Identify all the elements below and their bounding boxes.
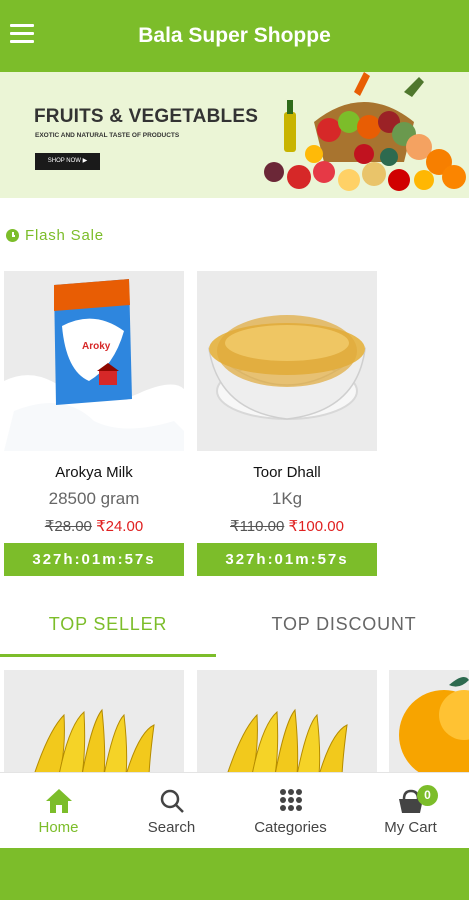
flash-sale-label: Flash Sale xyxy=(25,227,104,244)
app-title: Bala Super Shoppe xyxy=(138,24,331,47)
footer-bar xyxy=(0,848,469,900)
flash-sale-product-card[interactable]: Toor Dhall 1Kg ₹110.00 ₹100.00 327h:01m:… xyxy=(197,271,377,576)
banana-image xyxy=(33,708,155,775)
countdown-timer: 327h:01m:57s xyxy=(197,543,377,576)
product-price: ₹28.00 ₹24.00 xyxy=(4,517,184,535)
old-price: ₹28.00 xyxy=(44,518,92,535)
nav-categories[interactable]: Categories xyxy=(232,773,349,849)
cart-count-badge: 0 xyxy=(417,785,438,806)
product-image-toor-dhall xyxy=(197,271,377,451)
grid-icon xyxy=(279,789,302,811)
svg-text:Aroky: Aroky xyxy=(82,341,111,352)
home-icon xyxy=(45,789,72,813)
tab-top-discount[interactable]: TOP DISCOUNT xyxy=(236,600,452,657)
nav-label: Categories xyxy=(254,819,327,836)
flash-sale-heading: Flash Sale xyxy=(6,227,104,244)
nav-label: Search xyxy=(147,819,196,836)
banner-title: FRUITS & VEGETABLES xyxy=(34,106,259,127)
sale-price: ₹100.00 xyxy=(288,518,344,535)
banner-subtitle: EXOTIC AND NATURAL TASTE OF PRODUCTS xyxy=(35,132,180,139)
flash-sale-product-card[interactable]: Aroky Arokya Milk 28500 gram ₹28.00 ₹24.… xyxy=(4,271,184,576)
shop-now-button[interactable]: SHOP NOW ▶ xyxy=(35,153,100,170)
old-price: ₹110.00 xyxy=(230,518,285,535)
clock-icon xyxy=(6,229,19,242)
product-tabs: TOP SELLER TOP DISCOUNT xyxy=(0,600,469,657)
product-name: Arokya Milk xyxy=(55,464,133,481)
sale-price: ₹24.00 xyxy=(96,518,144,535)
product-tile[interactable] xyxy=(389,670,469,775)
product-quantity: 1Kg xyxy=(271,489,303,508)
product-name: Toor Dhall xyxy=(253,464,321,481)
fruits-vegetables-image xyxy=(264,72,466,191)
promo-banner[interactable]: FRUITS & VEGETABLES EXOTIC AND NATURAL T… xyxy=(0,72,469,198)
product-tile[interactable] xyxy=(197,670,377,775)
product-image-milk: Aroky xyxy=(4,271,184,451)
mango-image xyxy=(399,676,469,775)
banana-image xyxy=(226,708,348,775)
nav-search[interactable]: Search xyxy=(113,773,230,849)
nav-my-cart[interactable]: 0 My Cart xyxy=(352,773,469,849)
nav-label: My Cart xyxy=(384,819,437,836)
countdown-timer: 327h:01m:57s xyxy=(4,543,184,576)
app-bar: Bala Super Shoppe xyxy=(0,0,469,72)
product-tile[interactable] xyxy=(4,670,184,775)
tab-top-seller[interactable]: TOP SELLER xyxy=(0,600,216,657)
product-price: ₹110.00 ₹100.00 xyxy=(197,517,377,535)
nav-home[interactable]: Home xyxy=(0,773,117,849)
nav-label: Home xyxy=(38,819,79,836)
search-icon xyxy=(160,789,184,813)
bottom-navigation: Home Search Categories 0 My Cart xyxy=(0,772,469,848)
product-quantity: 28500 gram xyxy=(48,489,140,508)
